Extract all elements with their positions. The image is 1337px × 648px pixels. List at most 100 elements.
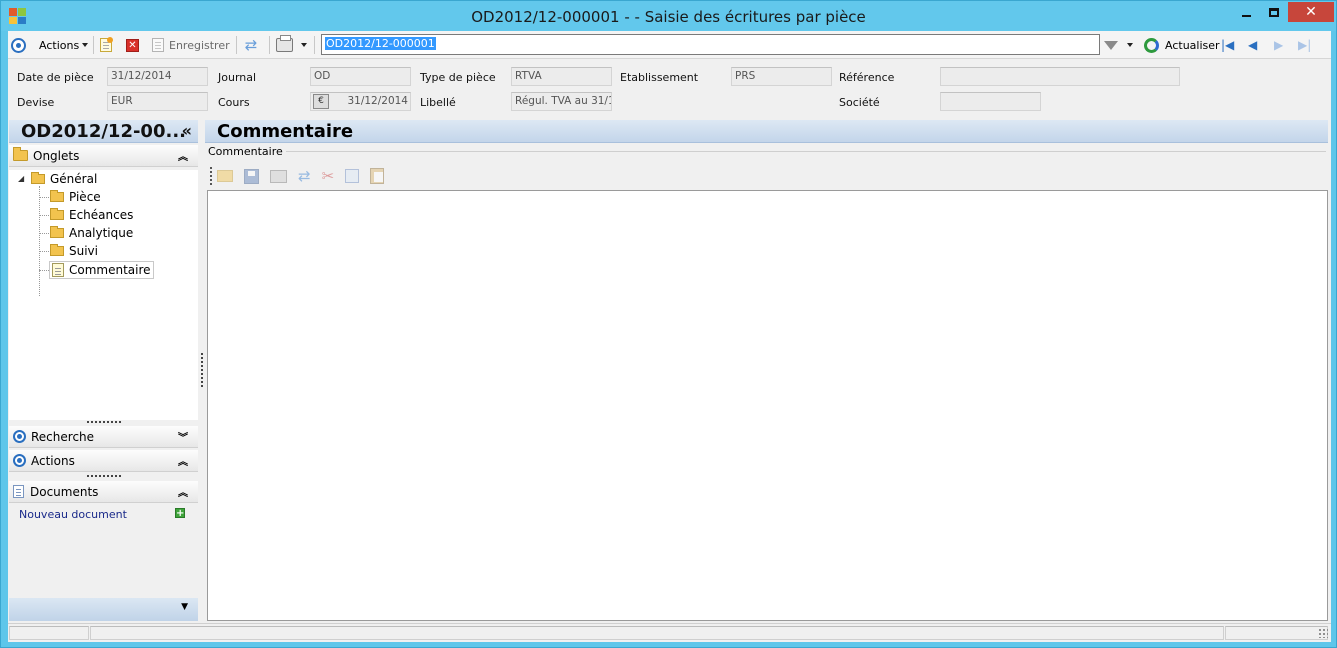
folder-icon — [50, 190, 64, 202]
reference-label: Référence — [839, 71, 895, 84]
tree-node-analytique[interactable]: Analytique — [50, 225, 133, 241]
tree-expand-icon[interactable]: ◢ — [18, 174, 24, 183]
refresh-icon — [1144, 37, 1159, 53]
onglets-section-header[interactable]: Onglets ︽ — [9, 145, 198, 167]
cours-label: Cours — [218, 96, 250, 109]
panel-splitter[interactable] — [201, 353, 203, 387]
target-icon — [11, 37, 26, 53]
main-toolbar: Actions ✕ Enregistrer ⇄ OD2012/12-000001… — [8, 31, 1331, 59]
print-icon — [276, 35, 293, 52]
date-label: Date de pièce — [17, 71, 94, 84]
refresh-label: Actualiser — [1165, 38, 1220, 52]
tabs-tree: ◢ Général Pièce Echéances Analytique Sui… — [9, 170, 198, 420]
target-icon — [13, 430, 26, 443]
actions-menu-button[interactable]: Actions — [39, 35, 89, 55]
tree-node-commentaire[interactable]: Commentaire — [49, 261, 154, 279]
print-icon[interactable] — [270, 169, 287, 183]
print-button[interactable] — [276, 35, 307, 55]
nav-circle-button[interactable] — [11, 35, 26, 55]
new-button[interactable] — [100, 35, 113, 55]
journal-field[interactable]: OD — [310, 67, 411, 86]
content-title: Commentaire — [205, 120, 1328, 143]
actions-section-header[interactable]: Actions ︽ — [9, 450, 198, 472]
previous-record-icon: ◀ — [1248, 38, 1258, 52]
chevron-up-icon: ︽ — [178, 457, 188, 468]
tree-node-label: Général — [50, 172, 98, 186]
actions-menu-label: Actions — [39, 38, 80, 52]
refresh-button[interactable]: Actualiser — [1144, 35, 1220, 55]
document-search-input[interactable]: OD2012/12-000001 — [321, 34, 1100, 55]
folder-icon — [50, 244, 64, 256]
journal-label: Journal — [218, 71, 257, 84]
open-folder-icon[interactable] — [217, 170, 233, 182]
resize-grip[interactable] — [87, 475, 121, 478]
delete-button[interactable]: ✕ — [126, 35, 139, 55]
tree-node-general[interactable]: Général — [31, 171, 97, 187]
documents-section-header[interactable]: Documents ︽ — [9, 481, 198, 503]
actions-label: Actions — [31, 453, 75, 468]
minimize-button[interactable] — [1233, 2, 1260, 22]
tree-node-suivi[interactable]: Suivi — [50, 243, 98, 259]
reference-field[interactable] — [940, 67, 1180, 86]
delete-icon: ✕ — [126, 38, 139, 52]
add-document-icon[interactable]: + — [175, 508, 185, 519]
recherche-section-header[interactable]: Recherche ︾ — [9, 426, 198, 448]
save-button[interactable]: Enregistrer — [152, 35, 230, 55]
sync-icon[interactable]: ⇄ — [298, 168, 311, 184]
previous-record-button[interactable]: ◀ — [1248, 35, 1257, 55]
cours-value: 31/12/2014 — [347, 95, 408, 107]
chevron-down-icon — [82, 43, 89, 47]
first-record-button[interactable]: |◀ — [1221, 35, 1234, 55]
comment-editor[interactable] — [207, 190, 1328, 621]
title-bar[interactable]: OD2012/12-000001 - - Saisie des écriture… — [1, 1, 1336, 31]
save-icon[interactable] — [244, 168, 259, 184]
euro-icon[interactable]: € — [313, 94, 329, 109]
tree-node-label: Commentaire — [69, 263, 151, 277]
collapse-panel-button[interactable]: « — [182, 121, 192, 140]
etablissement-field[interactable]: PRS — [731, 67, 832, 86]
libelle-field[interactable]: Régul. TVA au 31/12 — [511, 92, 612, 111]
documents-label: Documents — [30, 484, 99, 499]
window-resize-grip[interactable] — [1318, 628, 1328, 638]
last-record-button[interactable]: ▶| — [1298, 35, 1311, 55]
record-title: OD2012/12-00... — [21, 121, 186, 142]
close-button[interactable]: ✕ — [1288, 2, 1334, 22]
folder-icon — [13, 147, 28, 161]
new-document-icon — [100, 37, 113, 52]
chevron-down-icon — [301, 43, 307, 47]
maximize-button[interactable] — [1260, 2, 1287, 22]
window-title: OD2012/12-000001 - - Saisie des écriture… — [471, 8, 866, 26]
left-panel-footer[interactable]: ▼ — [9, 598, 198, 621]
cut-icon[interactable]: ✂ — [322, 168, 335, 184]
devise-field[interactable]: EUR — [107, 92, 208, 111]
piece-header-form: Date de pièce 31/12/2014 Journal OD Type… — [8, 59, 1331, 117]
save-icon — [152, 38, 164, 52]
status-bar — [8, 623, 1331, 641]
paste-icon[interactable] — [370, 168, 385, 184]
chevron-up-icon: ︽ — [178, 152, 188, 163]
tree-node-label: Echéances — [69, 208, 134, 222]
recherche-label: Recherche — [31, 429, 95, 444]
new-document-link[interactable]: Nouveau document — [19, 508, 127, 521]
client-area: Actions ✕ Enregistrer ⇄ OD2012/12-000001… — [8, 31, 1331, 642]
date-field[interactable]: 31/12/2014 — [107, 67, 208, 86]
cours-field[interactable]: € 31/12/2014 — [310, 92, 411, 111]
tree-node-piece[interactable]: Pièce — [50, 189, 101, 205]
tree-node-echeances[interactable]: Echéances — [50, 207, 133, 223]
folder-icon — [50, 208, 64, 220]
sync-button[interactable]: ⇄ — [243, 35, 259, 55]
tree-node-label: Suivi — [69, 244, 98, 258]
folder-icon — [31, 172, 45, 184]
resize-grip[interactable] — [87, 421, 121, 424]
close-icon: ✕ — [1305, 4, 1317, 20]
maximize-icon — [1268, 7, 1279, 17]
comment-toolbar: ⇄ ✂ — [208, 164, 385, 188]
filter-button[interactable] — [1104, 35, 1133, 55]
chevron-down-icon: ▼ — [181, 602, 188, 612]
document-icon — [13, 485, 24, 498]
status-pane-1 — [9, 626, 89, 640]
copy-icon[interactable] — [345, 169, 360, 183]
type-field[interactable]: RTVA — [511, 67, 612, 86]
societe-field[interactable] — [940, 92, 1041, 111]
next-record-button[interactable]: ▶ — [1274, 35, 1283, 55]
